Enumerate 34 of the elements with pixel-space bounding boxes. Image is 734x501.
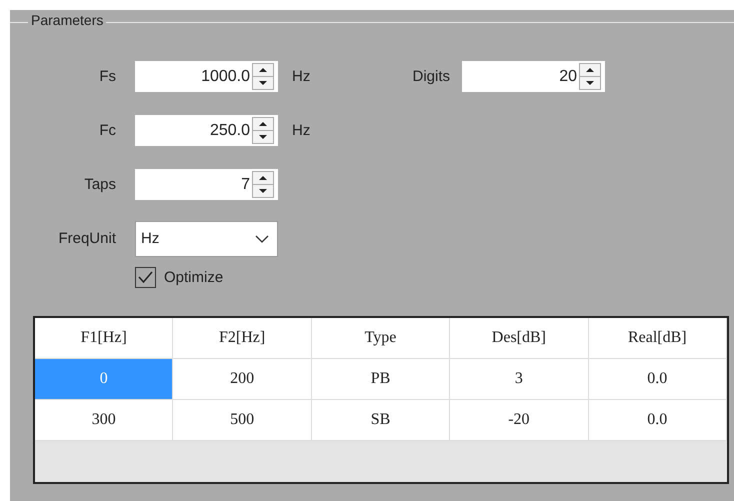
column-header[interactable]: F2[Hz] <box>173 318 312 358</box>
field-label: Fs <box>98 68 117 85</box>
spin-arrows-icon[interactable] <box>579 63 601 90</box>
table-cell[interactable]: 0.0 <box>588 400 727 440</box>
table-cell[interactable]: 500 <box>173 400 312 440</box>
spin-arrows-icon[interactable] <box>252 171 274 198</box>
field-label: FreqUnit <box>57 230 117 247</box>
column-header[interactable]: Des[dB] <box>450 318 589 358</box>
spin-arrows-icon[interactable] <box>252 63 274 90</box>
numeric-field[interactable]: 7 <box>135 169 278 200</box>
field-label: Taps <box>83 176 117 193</box>
unit-label: Hz <box>291 122 312 139</box>
optimize-checkbox[interactable] <box>135 267 156 288</box>
checkbox-label: Optimize <box>164 269 224 286</box>
group-title: Parameters <box>28 12 106 28</box>
table-cell[interactable]: 0.0 <box>588 359 727 399</box>
table-cell[interactable]: SB <box>312 400 450 440</box>
table-cell[interactable]: 200 <box>173 359 312 399</box>
column-header[interactable]: Type <box>312 318 450 358</box>
unit-dropdown[interactable]: Hz <box>135 220 278 256</box>
column-header[interactable]: F1[Hz] <box>35 318 174 358</box>
table-cell[interactable]: PB <box>312 359 450 399</box>
unit-label: Hz <box>291 68 312 85</box>
table-cell[interactable]: -20 <box>450 400 589 440</box>
field-label: Digits <box>411 68 451 85</box>
column-header[interactable]: Real[dB] <box>588 318 727 358</box>
table-cell[interactable]: 3 <box>450 359 589 399</box>
chevron-down-icon <box>255 234 269 242</box>
numeric-field[interactable]: 1000.0 <box>135 61 278 92</box>
table-cell[interactable]: 300 <box>35 400 174 440</box>
numeric-field[interactable]: 20 <box>462 61 605 92</box>
spin-arrows-icon[interactable] <box>252 117 274 144</box>
numeric-field[interactable]: 250.0 <box>135 115 278 146</box>
field-label: Fc <box>98 122 117 139</box>
